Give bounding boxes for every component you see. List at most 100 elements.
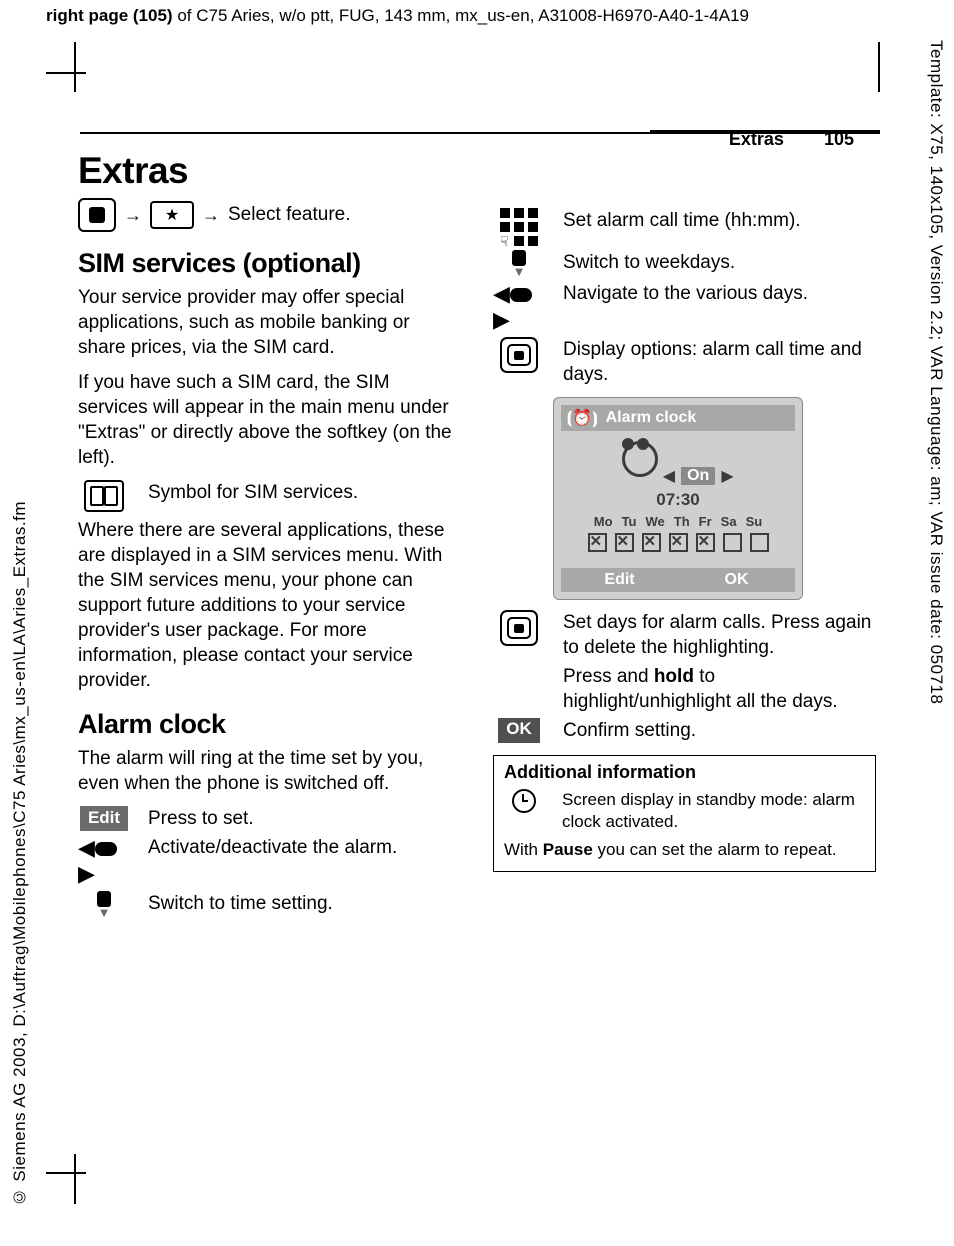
hold-bold: hold [654,666,694,687]
day-label: Th [674,514,690,529]
spacer [493,150,876,204]
center-key-icon [493,337,545,387]
center-key-text: Display options: alarm call time and day… [563,337,876,387]
copyright-path-left: © Siemens AG 2003, D:\Auftrag\Mobilephon… [10,501,30,1206]
alarm-active-icon [504,789,544,833]
hold-row: Press and hold to highlight/unhighlight … [493,664,876,714]
info-row-text: Screen display in standby mode: alarm cl… [562,789,865,833]
edit-softkey-icon: Edit [78,806,130,831]
phone-body: ◀ On ▶ 07:30 Mo Tu We Th Fr Sa Su [561,431,795,568]
phone-softkeys: Edit OK [561,568,795,592]
page: right page (105) of C75 Aries, w/o ptt, … [0,0,954,1246]
down-text-2: Switch to weekdays. [563,250,876,277]
crop-mark [74,42,76,92]
day-checkbox-checked [615,533,634,552]
day-label: We [646,514,665,529]
heading-sim-services: SIM services (optional) [78,248,461,279]
dialpad-text: Set alarm call time (hh:mm). [563,208,876,246]
day-checkbox-checked [696,533,715,552]
sim-symbol-text: Symbol for SIM services. [148,480,461,512]
center-key-text-2: Set days for alarm calls. Press again to… [563,610,876,660]
down-nav-icon: ▼ [493,250,545,277]
phone-title: Alarm clock [606,409,697,427]
crop-mark [46,1172,86,1174]
heading-alarm-clock: Alarm clock [78,709,461,740]
day-checkbox-checked [669,533,688,552]
day-label: Tu [622,514,637,529]
hold-text: Press and hold to highlight/unhighlight … [563,664,876,714]
day-label: Su [746,514,763,529]
on-toggle: ◀ On ▶ [663,466,734,486]
softkey-ok: OK [678,568,795,592]
dialpad-row: ☟ Set alarm call time (hh:mm). [493,208,876,246]
sim-services-icon [78,480,130,512]
center-key-icon [493,610,545,660]
sim-paragraph-1: Your service provider may offer special … [78,285,461,360]
phone-display-mockup: ⦗⏰⦘ Alarm clock ◀ On ▶ 07:30 Mo [553,397,803,600]
columns: Extras → ★ → Select feature. SIM service… [78,150,878,922]
spacer [493,664,545,714]
weekday-labels: Mo Tu We Th Fr Sa Su [567,514,789,529]
down-row: ▼ Switch to time setting. [78,891,461,918]
down-text: Switch to time setting. [148,891,461,918]
on-label: On [681,467,715,485]
page-title: Extras [78,150,461,192]
header-rest: of C75 Aries, w/o ptt, FUG, 143 mm, mx_u… [173,6,749,25]
sim-symbol-row: Symbol for SIM services. [78,480,461,512]
right-column: ☟ Set alarm call time (hh:mm). ▼ Switch … [493,150,876,922]
day-checkbox-unchecked [723,533,742,552]
edit-row: Edit Press to set. [78,806,461,831]
left-right-row: ◀▶ Activate/deactivate the alarm. [78,835,461,887]
left-right-nav-icon: ◀▶ [78,835,130,887]
pause-post: you can set the alarm to repeat. [593,840,837,859]
arrow-icon: → [202,205,220,226]
hold-pre: Press and [563,666,654,687]
center-key-row-2: Set days for alarm calls. Press again to… [493,610,876,660]
info-row: Screen display in standby mode: alarm cl… [504,789,865,833]
numeric-keys-icon: ☟ [493,208,545,246]
center-key-icon [78,198,116,232]
header-prefix: right page (105) [46,6,173,25]
alarm-time: 07:30 [567,490,789,510]
down-row-2: ▼ Switch to weekdays. [493,250,876,277]
alarm-status-icon: ⦗⏰⦘ [567,408,598,428]
day-label: Mo [594,514,613,529]
lr-text-2: Navigate to the various days. [563,281,876,333]
day-label: Fr [699,514,712,529]
arrow-icon: → [124,205,142,226]
center-key-row: Display options: alarm call time and day… [493,337,876,387]
right-arrow-icon: ▶ [721,466,733,486]
content-area: Extras → ★ → Select feature. SIM service… [78,150,878,922]
softkey-edit: Edit [561,568,678,592]
select-feature-text: Select feature. [228,204,351,226]
ok-text: Confirm setting. [563,718,876,743]
pause-pre: With [504,840,543,859]
left-right-row-2: ◀▶ Navigate to the various days. [493,281,876,333]
crop-mark [878,42,880,92]
sim-paragraph-3: Where there are several applications, th… [78,518,461,693]
crop-mark [74,1154,76,1204]
weekday-checkboxes [567,533,789,552]
sim-paragraph-2: If you have such a SIM card, the SIM ser… [78,370,461,470]
alarm-paragraph: The alarm will ring at the time set by y… [78,746,461,796]
left-arrow-icon: ◀ [663,466,675,486]
pause-bold: Pause [543,840,593,859]
down-nav-icon: ▼ [78,891,130,918]
additional-information-box: Additional information Screen display in… [493,755,876,872]
day-checkbox-checked [588,533,607,552]
ok-softkey-icon: OK [493,718,545,743]
day-checkbox-unchecked [750,533,769,552]
production-header: right page (105) of C75 Aries, w/o ptt, … [46,6,749,26]
ok-row: OK Confirm setting. [493,718,876,743]
alarm-clock-icon [622,441,658,486]
edit-text: Press to set. [148,806,461,831]
phone-title-bar: ⦗⏰⦘ Alarm clock [561,405,795,431]
day-checkbox-checked [642,533,661,552]
info-pause-text: With Pause you can set the alarm to repe… [504,839,865,861]
info-title: Additional information [504,762,865,783]
crop-mark [46,72,86,74]
left-column: Extras → ★ → Select feature. SIM service… [78,150,461,922]
extras-menu-icon: ★ [150,201,194,229]
day-label: Sa [721,514,737,529]
left-right-nav-icon: ◀▶ [493,281,545,333]
